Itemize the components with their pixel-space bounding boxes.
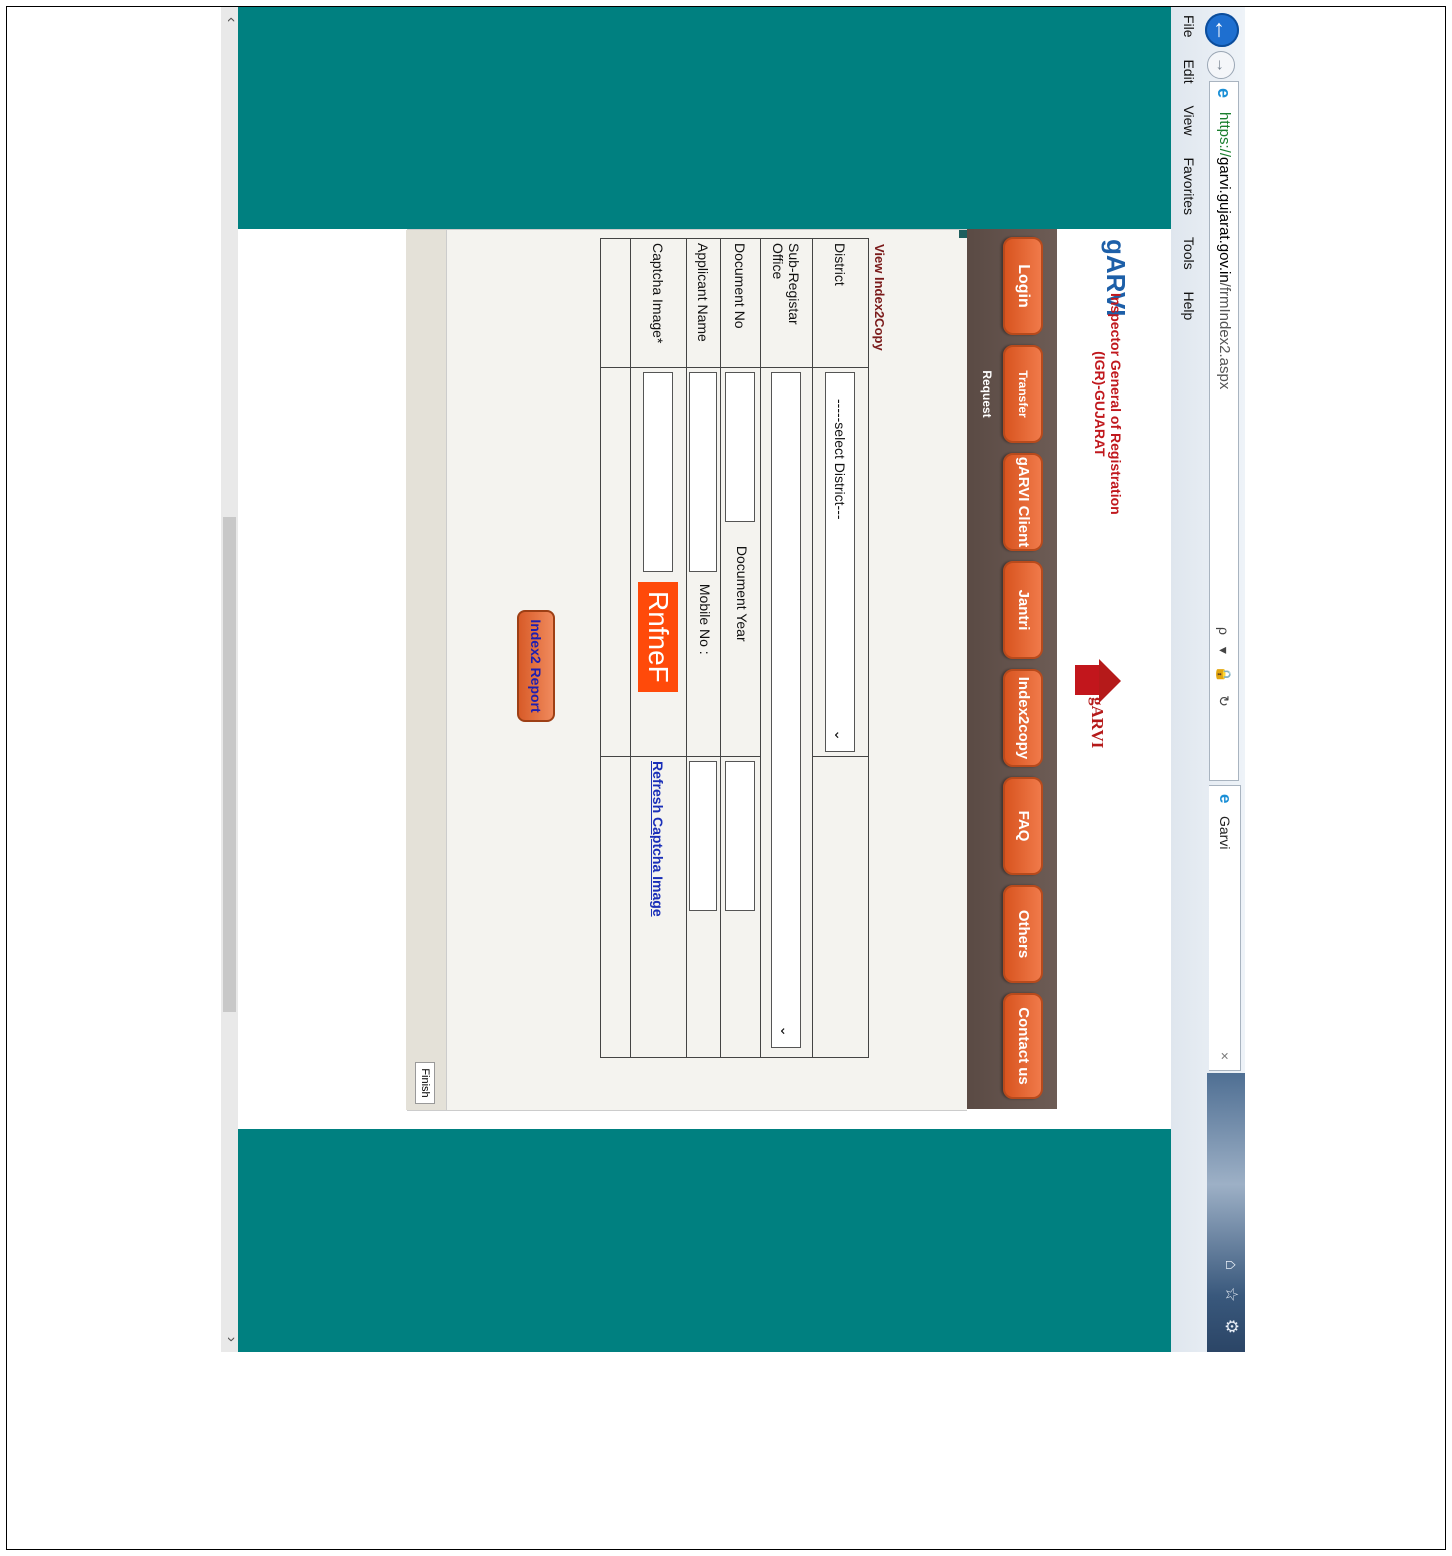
applicant-name-label: Applicant Name xyxy=(686,238,721,368)
document-year-cell xyxy=(720,756,761,1058)
subtitle-line-2: (IGR)-GUJARAT xyxy=(1092,351,1108,457)
url-domain: garvi.gujarat.gov.in xyxy=(1216,157,1233,283)
tab-close-icon[interactable]: × xyxy=(1210,1052,1240,1060)
chevron-down-icon: ⌄ xyxy=(832,729,849,741)
row-applicant: Applicant Name Mobile No : xyxy=(686,238,721,1058)
district-empty xyxy=(812,756,869,1058)
nav-transfer-request[interactable]: Transfer Request xyxy=(980,345,1043,443)
browser-tab[interactable]: e Garvi × xyxy=(1209,785,1241,1071)
captcha-cell: RnfneF xyxy=(630,367,687,757)
panel-marker xyxy=(959,230,967,238)
subregistrar-cell: ⌄ xyxy=(760,367,813,1058)
district-cell: -----select District--- ⌄ xyxy=(812,367,869,757)
row-spacer xyxy=(600,238,631,1058)
nav-others[interactable]: Others xyxy=(1003,885,1043,983)
desktop-background: ⌂ ☆ ⚙ xyxy=(1207,1073,1245,1352)
captcha-label: Captcha Image* xyxy=(630,238,687,368)
mobile-label: Mobile No : xyxy=(696,583,713,655)
district-select[interactable]: -----select District--- ⌄ xyxy=(825,372,856,752)
nav-login[interactable]: Login xyxy=(1003,237,1043,335)
applicant-name-cell: Mobile No : xyxy=(686,367,721,757)
menu-tools[interactable]: Tools xyxy=(1181,237,1197,270)
nav-contact-us[interactable]: Contact us xyxy=(1003,993,1043,1099)
document-no-input[interactable] xyxy=(725,372,756,522)
menu-favorites[interactable]: Favorites xyxy=(1181,157,1197,215)
row-district: District -----select District--- ⌄ xyxy=(812,238,869,1058)
main-nav: Login Transfer Request gARVI Client Jant… xyxy=(967,229,1057,1109)
subregistrar-label: Sub-Registar Office xyxy=(760,238,813,368)
forward-arrow-icon[interactable]: → xyxy=(1207,51,1235,79)
index2-form: District -----select District--- ⌄ Sub-R… xyxy=(600,238,869,1058)
row-captcha: Captcha Image* RnfneF Refresh Captcha Im… xyxy=(630,238,687,1058)
tab-title: Garvi xyxy=(1217,816,1233,850)
garvi-logo: gARVI xyxy=(1065,659,1135,748)
row-subregistrar: Sub-Registar Office ⌄ xyxy=(760,238,813,1058)
refresh-captcha-link[interactable]: Refresh Captcha Image xyxy=(651,761,667,917)
nav-jantri[interactable]: Jantri xyxy=(1003,561,1043,659)
url-scheme: https:// xyxy=(1216,112,1233,158)
nav-index2copy[interactable]: Index2copy xyxy=(1003,669,1043,767)
form-title: View Index2Copy xyxy=(872,244,887,351)
nav-faq[interactable]: FAQ xyxy=(1003,777,1043,875)
menu-edit[interactable]: Edit xyxy=(1181,59,1197,83)
menu-help[interactable]: Help xyxy=(1181,292,1197,321)
document-year-input[interactable] xyxy=(725,761,756,911)
site-subtitle: Inspector General of Registration (IGR)-… xyxy=(1092,293,1124,515)
index2-panel: View Index2Copy District -----select Dis… xyxy=(406,229,967,1111)
scroll-right-icon[interactable]: › xyxy=(222,1337,240,1342)
document-year-label: Document Year xyxy=(733,545,750,642)
spacer-a xyxy=(600,238,631,368)
menu-view[interactable]: View xyxy=(1181,105,1197,135)
back-arrow-icon[interactable]: ← xyxy=(1205,13,1239,47)
home-favorites-settings-icons[interactable]: ⌂ ☆ ⚙ xyxy=(1221,1260,1241,1340)
spacer-c xyxy=(600,756,631,1058)
district-value: -----select District--- xyxy=(832,399,849,520)
logo-text: gARVI xyxy=(1088,697,1107,749)
ie-icon: e xyxy=(1214,88,1234,99)
district-label: District xyxy=(812,238,869,368)
scroll-thumb[interactable] xyxy=(223,517,236,1012)
captcha-image: RnfneF xyxy=(638,581,679,692)
menu-bar: File Edit View Favorites Tools Help xyxy=(1173,7,1205,1352)
address-bar[interactable]: e https://garvi.gujarat.gov.in/frmIndex2… xyxy=(1209,81,1239,781)
web-page: gARVI Inspector General of Registration … xyxy=(221,7,1171,1352)
url-path: /frmIndex2.aspx xyxy=(1216,282,1233,390)
scroll-left-icon[interactable]: ‹ xyxy=(222,17,240,22)
site-content: gARVI Inspector General of Registration … xyxy=(221,229,1171,1129)
horizontal-scrollbar[interactable]: ‹ › xyxy=(221,7,240,1352)
subtitle-line-1: Inspector General of Registration xyxy=(1108,293,1124,515)
applicant-name-input[interactable] xyxy=(689,372,718,572)
browser-chrome: ← → e https://garvi.gujarat.gov.in/frmIn… xyxy=(1170,7,1245,1352)
refresh-cell: Refresh Captcha Image xyxy=(630,756,687,1058)
chevron-down-icon: ⌄ xyxy=(778,1025,795,1037)
subregistrar-select[interactable]: ⌄ xyxy=(771,372,802,1048)
address-tools[interactable]: ρ ▾ 🔒 ↻ xyxy=(1210,627,1238,711)
tab-ie-icon: e xyxy=(1216,794,1235,804)
logo-house xyxy=(1075,665,1099,695)
rotated-browser-screenshot: ← → e https://garvi.gujarat.gov.in/frmIn… xyxy=(221,7,1245,1352)
spacer-b xyxy=(600,367,631,757)
captcha-input[interactable] xyxy=(643,372,674,572)
menu-file[interactable]: File xyxy=(1181,15,1197,38)
nav-garvi-client[interactable]: gARVI Client xyxy=(1003,453,1043,551)
finish-button[interactable]: Finish xyxy=(415,1062,435,1104)
teal-margin-left xyxy=(221,7,1171,229)
row-document: Document No Document Year xyxy=(720,238,761,1058)
document-frame: ← → e https://garvi.gujarat.gov.in/frmIn… xyxy=(6,6,1446,1550)
mobile-input[interactable] xyxy=(689,761,718,911)
document-no-cell: Document Year xyxy=(720,367,761,757)
panel-footer xyxy=(406,230,447,1110)
document-no-label: Document No xyxy=(720,238,761,368)
index2-report-button[interactable]: Index2 Report xyxy=(517,610,555,722)
teal-margin-right xyxy=(221,1129,1171,1352)
mobile-cell xyxy=(686,756,721,1058)
